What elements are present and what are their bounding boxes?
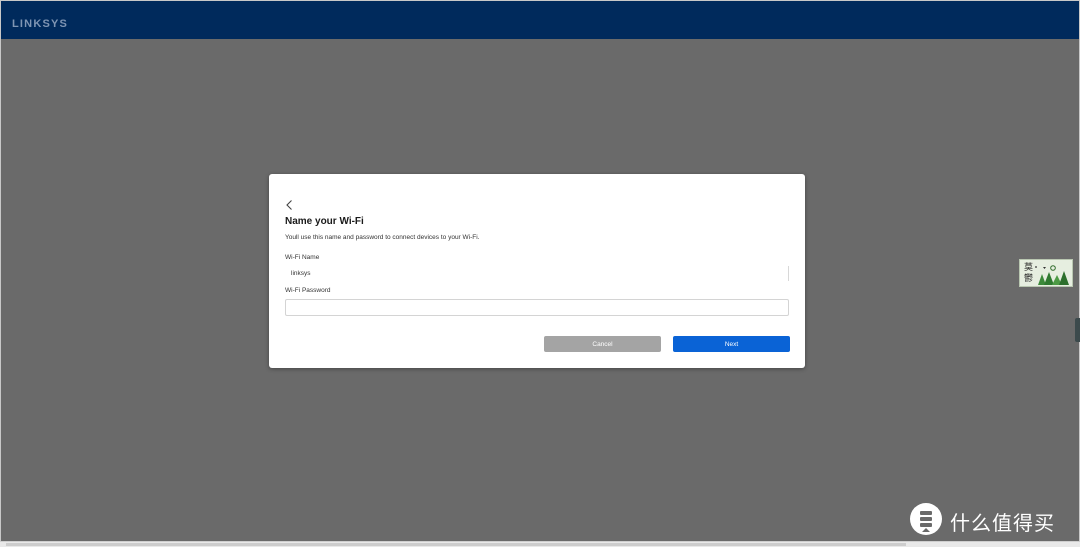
next-button[interactable]: Next xyxy=(673,336,790,352)
chevron-left-icon xyxy=(286,200,292,210)
cancel-button[interactable]: Cancel xyxy=(544,336,661,352)
wifi-password-label: Wi-Fi Password xyxy=(285,287,331,294)
dialog-title: Name your Wi-Fi xyxy=(285,216,364,227)
dialog-description: Youll use this name and password to conn… xyxy=(285,234,480,241)
top-header-bar: LINKSYS xyxy=(1,1,1079,39)
horizontal-scrollbar[interactable] xyxy=(0,541,1080,547)
widget-glyph-top: 莫 xyxy=(1024,262,1034,272)
wifi-name-label: Wi-Fi Name xyxy=(285,254,320,261)
linksys-logo: LINKSYS xyxy=(12,18,69,30)
pine-trees-icon xyxy=(1035,265,1069,285)
scrollbar-thumb[interactable] xyxy=(6,543,906,546)
watermark-text: 什么值得买 xyxy=(950,511,1055,535)
smzdm-logo-icon xyxy=(910,503,942,535)
back-button[interactable] xyxy=(283,198,297,212)
side-panel-handle[interactable] xyxy=(1075,318,1080,342)
side-floating-widget[interactable]: 莫 鬱 xyxy=(1019,259,1073,287)
name-wifi-dialog: Name your Wi-Fi Youll use this name and … xyxy=(269,174,805,368)
widget-glyph-bottom: 鬱 xyxy=(1024,273,1034,283)
widget-glyph: 莫 鬱 xyxy=(1024,262,1033,284)
wifi-password-input[interactable] xyxy=(285,299,789,316)
wifi-name-input[interactable] xyxy=(285,266,789,281)
